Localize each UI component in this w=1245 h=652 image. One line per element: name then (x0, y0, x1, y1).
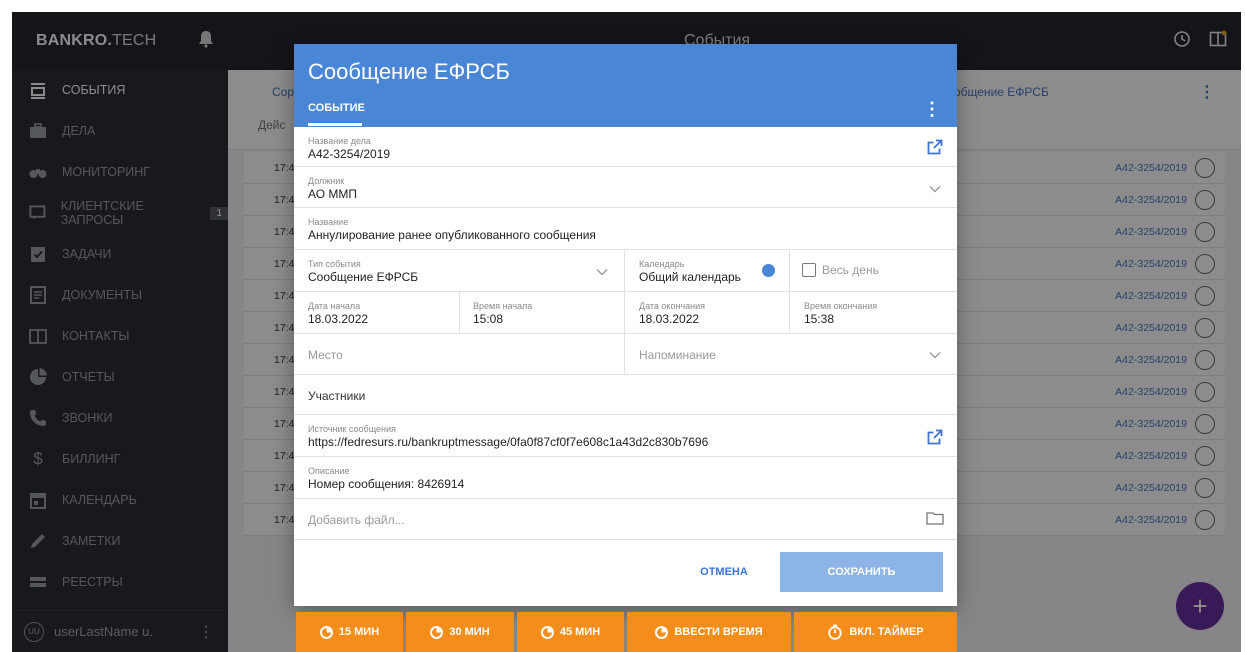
calendar-color-dot (762, 264, 775, 277)
chevron-down-icon[interactable] (596, 268, 608, 276)
place-input[interactable]: Место (294, 334, 624, 375)
timer-45-button[interactable]: 45 МИН (517, 612, 624, 652)
field-value: АО ММП (308, 187, 358, 201)
save-button[interactable]: СОХРАНИТЬ (780, 552, 943, 592)
title-field[interactable]: Название Аннулирование ранее опубликован… (294, 208, 957, 250)
field-label: Должник (308, 176, 345, 186)
timer-label: 45 МИН (559, 626, 601, 638)
app-frame: BANKRO.TECH События СОБЫТИЯ ДЕЛА МОНИТОР… (0, 0, 1245, 652)
field-value: Общий календарь (639, 270, 741, 284)
chevron-down-icon[interactable] (929, 351, 941, 359)
chevron-down-icon[interactable] (929, 185, 941, 193)
placeholder: Участники (308, 389, 366, 403)
start-time-field[interactable]: Время начала 15:08 (459, 292, 624, 334)
field-label: Источник сообщения (308, 424, 396, 434)
start-date-field[interactable]: Дата начала 18.03.2022 (294, 292, 459, 334)
tab-indicator (308, 123, 362, 126)
field-value: 18.03.2022 (639, 312, 700, 326)
open-external-icon[interactable] (927, 139, 943, 155)
placeholder: Напоминание (639, 348, 716, 362)
timer-label: ВКЛ. ТАЙМЕР (849, 626, 924, 638)
open-external-icon[interactable] (927, 429, 943, 445)
timer-label: ВВЕСТИ ВРЕМЯ (674, 626, 763, 638)
all-day-label: Весь день (822, 263, 879, 277)
all-day-checkbox[interactable] (802, 263, 816, 277)
field-value: Аннулирование ранее опубликованного сооб… (308, 228, 596, 242)
timer-icon (655, 625, 669, 639)
field-value: Сообщение ЕФРСБ (308, 270, 419, 284)
debtor-field[interactable]: Должник АО ММП (294, 167, 957, 208)
field-value: 18.03.2022 (308, 312, 369, 326)
timer-label: 15 МИН (338, 626, 380, 638)
timer-icon (540, 625, 554, 639)
timer-15-button[interactable]: 15 МИН (296, 612, 403, 652)
field-label: Тип события (308, 259, 361, 269)
dialog-header: Сообщение ЕФРСБ СОБЫТИЕ ⋮ (294, 44, 957, 127)
field-label: Название (308, 217, 349, 227)
cancel-button[interactable]: ОТМЕНА (674, 552, 774, 592)
field-label: Календарь (639, 259, 685, 269)
source-field[interactable]: Источник сообщения https://fedresurs.ru/… (294, 415, 957, 457)
field-value: Номер сообщения: 8426914 (308, 477, 465, 491)
event-type-field[interactable]: Тип события Сообщение ЕФРСБ (294, 250, 624, 292)
event-dialog: Сообщение ЕФРСБ СОБЫТИЕ ⋮ Название дела … (294, 44, 957, 606)
field-label: Дата начала (308, 301, 361, 311)
field-label: Время начала (473, 301, 533, 311)
tab-event[interactable]: СОБЫТИЕ (308, 102, 365, 114)
enter-time-button[interactable]: ВВЕСТИ ВРЕМЯ (627, 612, 791, 652)
timer-30-button[interactable]: 30 МИН (406, 612, 514, 652)
description-field[interactable]: Описание Номер сообщения: 8426914 (294, 457, 957, 499)
timer-label: 30 МИН (449, 626, 490, 638)
timer-icon (319, 625, 333, 639)
folder-icon[interactable] (926, 511, 944, 525)
field-label: Описание (308, 466, 350, 476)
placeholder: Добавить файл... (308, 513, 405, 527)
start-timer-button[interactable]: ВКЛ. ТАЙМЕР (794, 612, 957, 652)
timer-bar: 15 МИН 30 МИН 45 МИН ВВЕСТИ ВРЕМЯ ВКЛ. Т… (296, 612, 957, 652)
participants-field[interactable]: Участники (294, 375, 957, 415)
field-label: Дата окончания (639, 301, 706, 311)
reminder-select[interactable]: Напоминание (625, 334, 957, 375)
field-label: Название дела (308, 136, 371, 146)
end-time-field[interactable]: Время окончания 15:38 (790, 292, 957, 334)
placeholder: Место (308, 348, 343, 362)
more-vertical-icon[interactable]: ⋮ (923, 99, 941, 120)
end-date-field[interactable]: Дата окончания 18.03.2022 (625, 292, 789, 334)
field-value: А42-3254/2019 (308, 147, 391, 161)
field-value: 15:08 (473, 312, 504, 326)
case-name-field[interactable]: Название дела А42-3254/2019 (294, 127, 957, 167)
field-value: https://fedresurs.ru/bankruptmessage/0fa… (308, 435, 709, 449)
timer-icon (430, 625, 444, 639)
attach-file-field[interactable]: Добавить файл... (294, 499, 957, 540)
stopwatch-icon (828, 624, 843, 640)
field-label: Время окончания (804, 301, 878, 311)
dialog-title: Сообщение ЕФРСБ (308, 59, 510, 84)
field-value: 15:38 (804, 312, 835, 326)
